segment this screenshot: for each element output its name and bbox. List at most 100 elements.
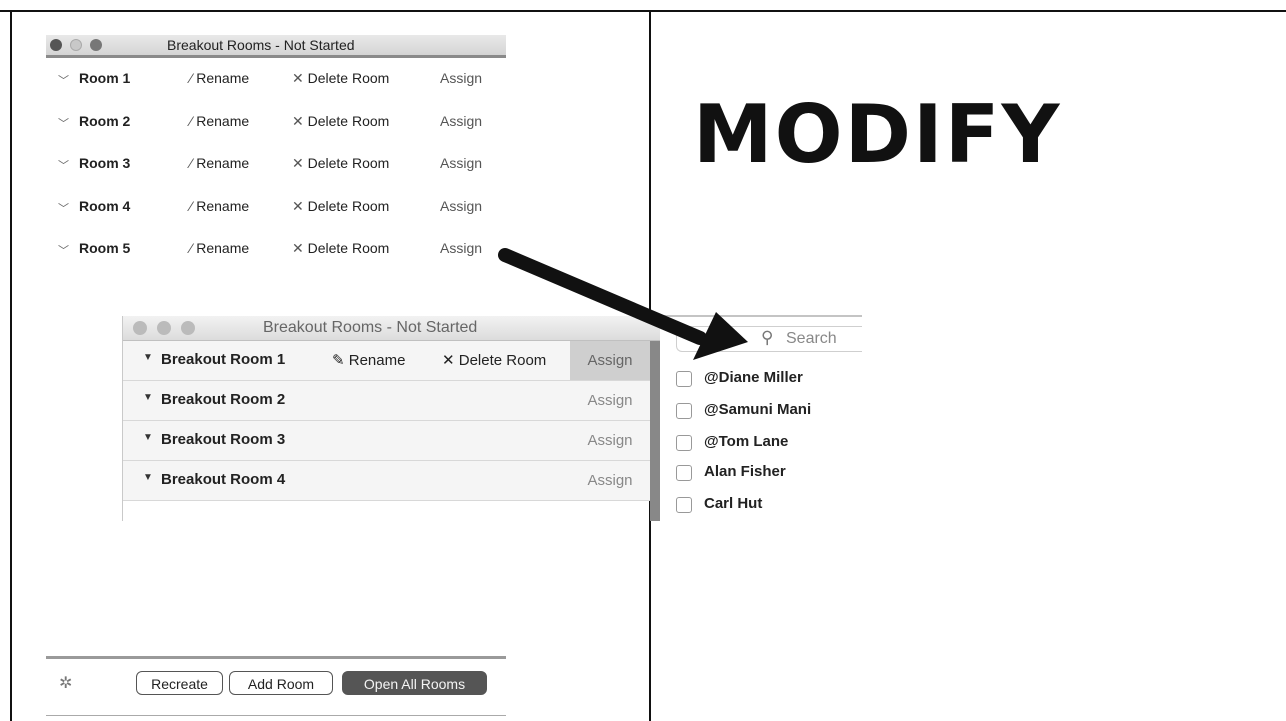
delete-label: Delete Room (307, 113, 390, 129)
slide-border-top (0, 10, 1286, 12)
chevron-down-icon[interactable]: ﹀ (58, 200, 69, 216)
rename-button[interactable]: ⁄ Rename (190, 155, 249, 171)
chevron-down-icon[interactable]: ﹀ (58, 157, 69, 173)
delete-label: Delete Room (458, 352, 547, 369)
delete-room-button[interactable]: ✕ Delete Room (442, 351, 546, 369)
room-name: Breakout Room 4 (161, 471, 286, 488)
scrollbar[interactable] (650, 341, 660, 521)
room-name: Room 5 (79, 240, 131, 256)
rename-label: Rename (196, 198, 250, 214)
x-icon: ✕ (292, 198, 308, 214)
delete-label: Delete Room (307, 70, 390, 86)
add-room-button[interactable]: Add Room (229, 671, 333, 695)
participant-checkbox[interactable] (676, 497, 692, 513)
search-icon: ⚲ (761, 328, 774, 347)
assign-button[interactable]: Assign (440, 155, 482, 171)
room-row[interactable]: ﹀ Room 5 ⁄ Rename ✕ Delete Room Assign (46, 240, 506, 262)
breakout-room-row[interactable]: ▼ Breakout Room 1 ✎ Rename ✕ Delete Room… (123, 341, 650, 381)
close-window-button[interactable] (50, 39, 62, 51)
assign-button[interactable]: Assign (440, 198, 482, 214)
rename-label: Rename (196, 113, 250, 129)
open-all-rooms-button[interactable]: Open All Rooms (342, 671, 487, 695)
delete-room-button[interactable]: ✕ Delete Room (292, 240, 389, 257)
rename-label: Rename (196, 155, 250, 171)
room-name: Room 2 (79, 113, 131, 129)
participant-checkbox[interactable] (676, 435, 692, 451)
zoom-window-button[interactable] (181, 321, 195, 335)
assign-button[interactable]: Assign (570, 421, 650, 460)
chevron-down-icon[interactable]: ﹀ (58, 72, 69, 88)
chevron-down-icon[interactable]: ﹀ (58, 242, 69, 258)
close-window-button[interactable] (133, 321, 147, 335)
delete-room-button[interactable]: ✕ Delete Room (292, 155, 389, 172)
room-name: Breakout Room 3 (161, 431, 286, 448)
window-footer-divider (46, 656, 506, 659)
participant-name: @Diane Miller (704, 369, 803, 386)
triangle-down-icon[interactable]: ▼ (143, 432, 153, 443)
room-name: Room 1 (79, 70, 131, 86)
participant-name: @Tom Lane (704, 433, 789, 450)
triangle-down-icon[interactable]: ▼ (143, 392, 153, 403)
assign-button[interactable]: Assign (570, 461, 650, 500)
delete-label: Delete Room (307, 198, 390, 214)
rename-button[interactable]: ⁄ Rename (190, 70, 249, 86)
room-row[interactable]: ﹀ Room 1 ⁄ Rename ✕ Delete Room Assign (46, 70, 506, 92)
rename-button[interactable]: ⁄ Rename (190, 198, 249, 214)
delete-room-button[interactable]: ✕ Delete Room (292, 198, 389, 215)
participant-name: Carl Hut (704, 495, 763, 512)
x-icon: ✕ (292, 155, 308, 171)
modify-headline: MODIFY (693, 88, 1062, 181)
assign-button[interactable]: Assign (440, 113, 482, 129)
delete-label: Delete Room (307, 155, 390, 171)
room-name: Breakout Room 2 (161, 391, 286, 408)
x-icon: ✕ (292, 113, 308, 129)
assign-button[interactable]: Assign (570, 341, 650, 380)
window-title: Breakout Rooms - Not Started (167, 37, 355, 53)
participant-name: @Samuni Mani (704, 401, 812, 418)
x-icon: ✕ (292, 70, 308, 86)
gear-icon[interactable]: ✲ (59, 673, 72, 693)
zoom-window-button[interactable] (90, 39, 102, 51)
rename-label: Rename (196, 70, 250, 86)
chevron-down-icon[interactable]: ﹀ (58, 115, 69, 131)
room-name: Room 4 (79, 198, 131, 214)
breakout-room-row[interactable]: ▼ Breakout Room 2 Assign (123, 381, 650, 421)
assign-button[interactable]: Assign (570, 381, 650, 420)
triangle-down-icon[interactable]: ▼ (143, 352, 153, 363)
recreate-button[interactable]: Recreate (136, 671, 223, 695)
breakout-room-row[interactable]: ▼ Breakout Room 4 Assign (123, 461, 650, 501)
rename-label: Rename (348, 352, 406, 369)
participant-checkbox[interactable] (676, 371, 692, 387)
rename-label: Rename (196, 240, 250, 256)
pencil-icon: ✎ (332, 352, 349, 369)
minimize-window-button[interactable] (70, 39, 82, 51)
search-placeholder: Search (786, 330, 837, 347)
assign-button[interactable]: Assign (440, 240, 482, 256)
room-row[interactable]: ﹀ Room 2 ⁄ Rename ✕ Delete Room Assign (46, 113, 506, 135)
rename-button[interactable]: ✎ Rename (332, 351, 405, 369)
room-row[interactable]: ﹀ Room 3 ⁄ Rename ✕ Delete Room Assign (46, 155, 506, 177)
assign-button[interactable]: Assign (440, 70, 482, 86)
x-icon: ✕ (442, 352, 459, 369)
rename-button[interactable]: ⁄ Rename (190, 113, 249, 129)
breakout-window-expanded: Breakout Rooms - Not Started ▼ Breakout … (122, 316, 660, 521)
x-icon: ✕ (292, 240, 308, 256)
participant-checkbox[interactable] (676, 403, 692, 419)
window-bottom-edge (46, 715, 506, 716)
delete-room-button[interactable]: ✕ Delete Room (292, 113, 389, 130)
participant-name: Alan Fisher (704, 463, 786, 480)
breakout-window-titlebar[interactable]: Breakout Rooms - Not Started (46, 35, 506, 58)
delete-label: Delete Room (307, 240, 390, 256)
rename-button[interactable]: ⁄ Rename (190, 240, 249, 256)
breakout-window-titlebar[interactable]: Breakout Rooms - Not Started (123, 316, 660, 341)
participant-checkbox[interactable] (676, 465, 692, 481)
triangle-down-icon[interactable]: ▼ (143, 472, 153, 483)
room-name: Room 3 (79, 155, 131, 171)
room-name: Breakout Room 1 (161, 351, 286, 368)
slide-border-left (10, 10, 12, 721)
room-row[interactable]: ﹀ Room 4 ⁄ Rename ✕ Delete Room Assign (46, 198, 506, 220)
window-title: Breakout Rooms - Not Started (263, 319, 478, 336)
delete-room-button[interactable]: ✕ Delete Room (292, 70, 389, 87)
breakout-room-row[interactable]: ▼ Breakout Room 3 Assign (123, 421, 650, 461)
minimize-window-button[interactable] (157, 321, 171, 335)
